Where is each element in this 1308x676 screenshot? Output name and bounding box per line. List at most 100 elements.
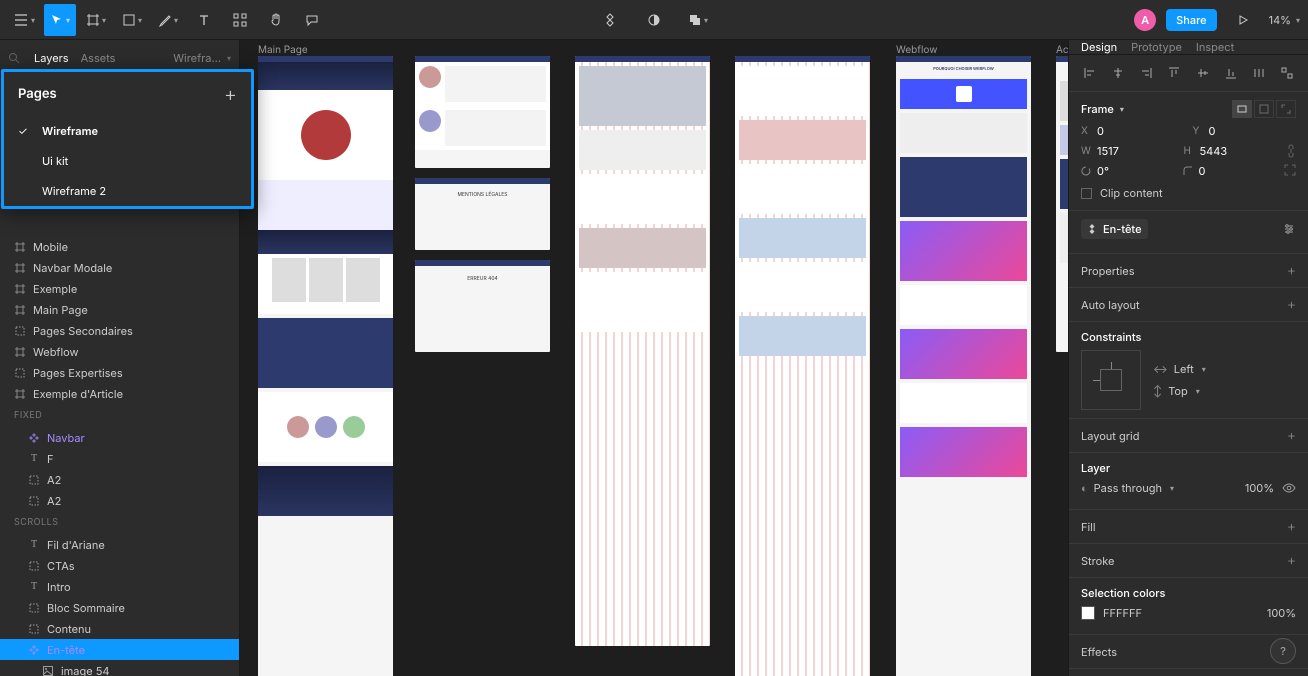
add-autolayout-button[interactable]: + <box>1287 296 1296 313</box>
align-hcenter-button[interactable] <box>1107 61 1129 85</box>
hand-tool-button[interactable] <box>260 4 292 36</box>
help-button[interactable]: ? <box>1270 638 1296 664</box>
instance-selector[interactable]: En-tête <box>1081 219 1148 239</box>
assets-tab[interactable]: Assets <box>81 51 116 65</box>
layer-item[interactable]: Contenu <box>0 618 239 639</box>
artboard[interactable]: ERREUR 404 <box>415 260 550 352</box>
layer-item[interactable]: Pages Secondaires <box>0 320 239 341</box>
height-input[interactable]: H5443 <box>1184 144 1279 158</box>
y-input[interactable]: Y0 <box>1193 124 1297 138</box>
search-icon[interactable] <box>8 52 22 64</box>
add-stroke-button[interactable]: + <box>1287 552 1296 569</box>
layout-grid-section[interactable]: Layout grid+ <box>1069 419 1308 453</box>
add-property-button[interactable]: + <box>1287 262 1296 279</box>
user-avatar[interactable]: A <box>1134 9 1156 31</box>
constraint-v-select[interactable]: ↕Top▾ <box>1153 384 1296 398</box>
mask-button[interactable] <box>638 4 670 36</box>
distribute-button[interactable] <box>1276 61 1298 85</box>
instance-options-icon[interactable] <box>1282 222 1296 236</box>
chevron-down-icon: ▾ <box>31 15 35 25</box>
layer-item[interactable]: Bloc Sommaire <box>0 597 239 618</box>
export-section[interactable]: Export+ <box>1069 669 1308 676</box>
frame-mode-1[interactable] <box>1232 100 1252 118</box>
constraint-h-select[interactable]: ↔Left▾ <box>1153 362 1296 376</box>
radius-input[interactable]: 0 <box>1183 164 1277 178</box>
main-menu-button[interactable]: ▾ <box>8 4 40 36</box>
frame-tool-button[interactable]: ▾ <box>80 4 112 36</box>
layer-item[interactable]: Main Page <box>0 299 239 320</box>
check-icon: ✓ <box>18 124 32 138</box>
move-tool-button[interactable]: ▾ <box>44 4 76 36</box>
independent-corners-icon[interactable] <box>1284 164 1296 178</box>
add-fill-button[interactable]: + <box>1287 518 1296 535</box>
canvas[interactable]: Main Page Webflow Accueil Blog <box>240 40 1068 676</box>
layer-item[interactable]: image 54 <box>0 660 239 676</box>
width-input[interactable]: W1517 <box>1081 144 1176 158</box>
artboard[interactable]: POURQUOI CHOISIR WEBFLOW <box>896 56 1031 676</box>
layer-item[interactable]: Exemple d'Article <box>0 383 239 404</box>
layer-item[interactable]: TF <box>0 448 239 469</box>
layer-item[interactable]: En-tête <box>0 639 239 660</box>
artboard[interactable] <box>415 56 550 168</box>
add-grid-button[interactable]: + <box>1287 427 1296 444</box>
constraints-diagram[interactable] <box>1081 350 1141 410</box>
layer-item[interactable]: TFil d'Ariane <box>0 534 239 555</box>
fill-section[interactable]: Fill+ <box>1069 510 1308 544</box>
color-swatch[interactable] <box>1081 606 1095 620</box>
color-opacity[interactable]: 100% <box>1267 606 1296 620</box>
align-left-button[interactable] <box>1079 61 1101 85</box>
blend-mode-select[interactable]: ◐Pass through▾ <box>1081 481 1237 495</box>
present-button[interactable] <box>1227 4 1259 36</box>
opacity-input[interactable]: 100% <box>1245 481 1274 495</box>
color-hex[interactable]: FFFFFF <box>1103 606 1142 620</box>
layer-item[interactable]: A2 <box>0 490 239 511</box>
shape-tool-button[interactable]: ▾ <box>116 4 148 36</box>
tidy-up-button[interactable] <box>1248 61 1270 85</box>
autolayout-section[interactable]: Auto layout+ <box>1069 288 1308 322</box>
align-bottom-button[interactable] <box>1220 61 1242 85</box>
comment-tool-button[interactable] <box>296 4 328 36</box>
page-row[interactable]: ✓Wireframe <box>4 116 251 146</box>
frame-mode-2[interactable] <box>1254 100 1274 118</box>
text-tool-button[interactable] <box>188 4 220 36</box>
visibility-icon[interactable] <box>1282 483 1296 493</box>
layer-item[interactable]: Navbar Modale <box>0 257 239 278</box>
resize-to-fit-button[interactable] <box>1276 100 1296 118</box>
page-selector[interactable]: Wirefra… ▾ <box>173 51 231 65</box>
zoom-dropdown[interactable]: 14%▾ <box>1269 13 1300 27</box>
layer-item[interactable]: CTAs <box>0 555 239 576</box>
align-top-button[interactable] <box>1163 61 1185 85</box>
layer-item[interactable]: A2 <box>0 469 239 490</box>
layer-item[interactable]: TIntro <box>0 576 239 597</box>
pen-tool-button[interactable]: ▾ <box>152 4 184 36</box>
layer-item[interactable]: Navbar <box>0 427 239 448</box>
page-row[interactable]: Wireframe 2 <box>4 176 251 206</box>
inspect-tab[interactable]: Inspect <box>1196 40 1234 54</box>
boolean-button[interactable]: ▾ <box>682 4 714 36</box>
align-vcenter-button[interactable] <box>1192 61 1214 85</box>
design-tab[interactable]: Design <box>1081 40 1117 54</box>
resources-button[interactable] <box>224 4 256 36</box>
artboard[interactable]: MENTIONS LÉGALES <box>415 178 550 250</box>
component-button[interactable] <box>594 4 626 36</box>
link-dimensions-icon[interactable] <box>1286 144 1296 158</box>
x-input[interactable]: X0 <box>1081 124 1185 138</box>
share-button[interactable]: Share <box>1166 9 1216 31</box>
layer-item[interactable]: Webflow <box>0 341 239 362</box>
add-page-button[interactable]: + <box>224 82 237 106</box>
artboard[interactable]: LES ARTICLES D'AVALENCE <box>1056 56 1068 352</box>
layers-tab[interactable]: Layers <box>34 51 69 65</box>
artboard[interactable] <box>258 56 393 676</box>
prototype-tab[interactable]: Prototype <box>1131 40 1182 54</box>
artboard[interactable] <box>575 56 710 646</box>
clip-content-checkbox[interactable]: Clip content <box>1081 184 1296 202</box>
properties-section[interactable]: Properties+ <box>1069 254 1308 288</box>
page-row[interactable]: Ui kit <box>4 146 251 176</box>
artboard[interactable] <box>735 56 870 676</box>
align-right-button[interactable] <box>1135 61 1157 85</box>
layer-item[interactable]: Mobile <box>0 236 239 257</box>
layer-item[interactable]: Exemple <box>0 278 239 299</box>
stroke-section[interactable]: Stroke+ <box>1069 544 1308 578</box>
rotation-input[interactable]: 0° <box>1081 164 1175 178</box>
layer-item[interactable]: Pages Expertises <box>0 362 239 383</box>
